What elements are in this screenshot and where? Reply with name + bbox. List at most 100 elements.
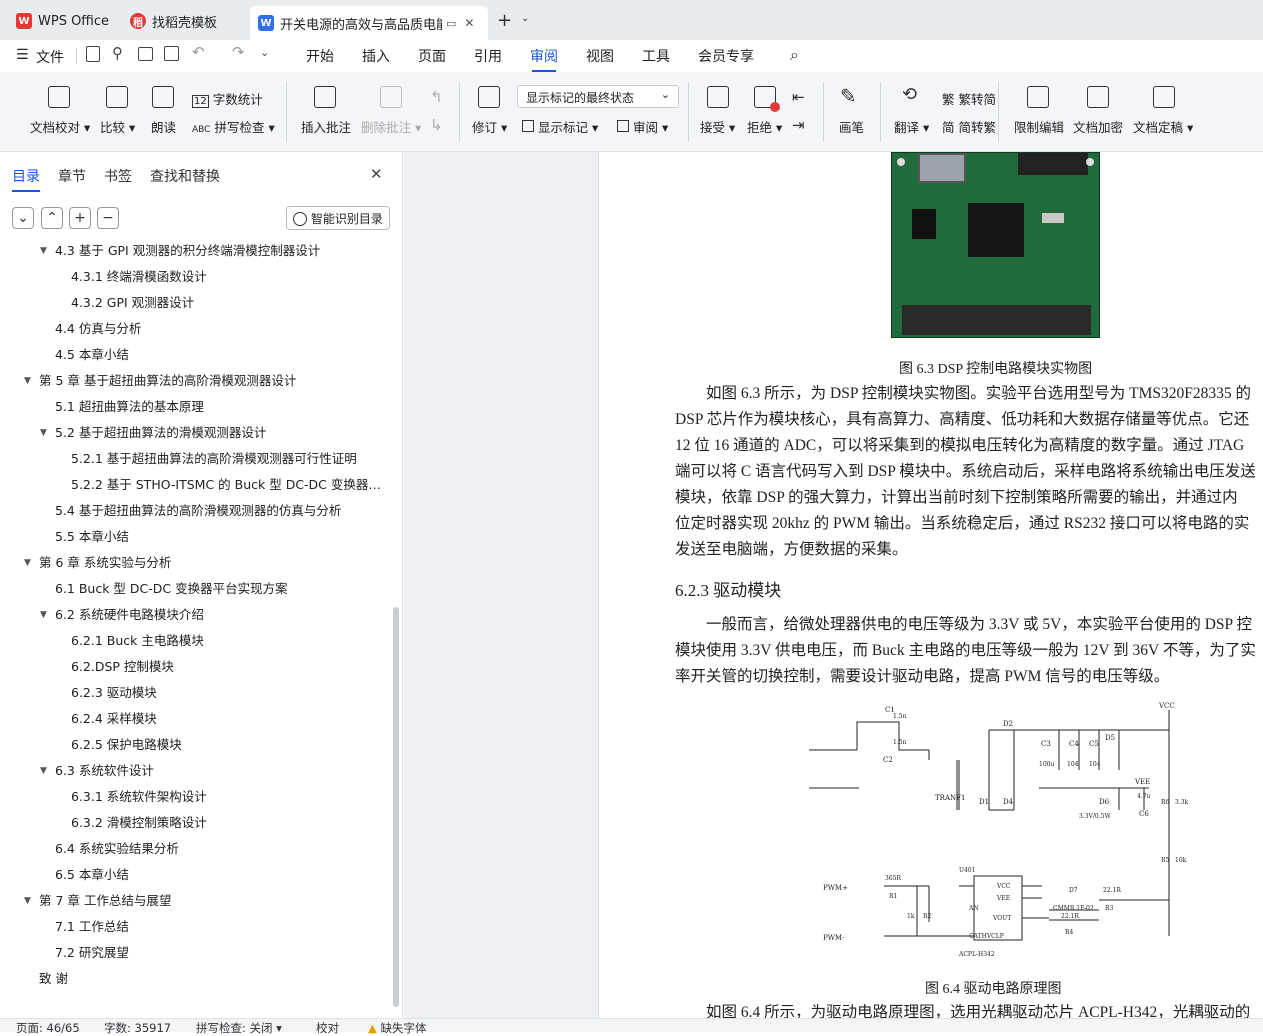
spell-check-status[interactable]: 拼写检查: 关闭 ▾ (196, 1020, 282, 1036)
collapse-all-button[interactable]: ⌄ (12, 207, 34, 229)
toc-item[interactable]: 5.5 本章小结 (55, 524, 390, 550)
menu-references[interactable]: 引用 (474, 46, 502, 66)
toc-item[interactable]: 5.2.1 基于超扭曲算法的高阶滑模观测器可行性证明 (71, 446, 390, 472)
finalize-button[interactable]: 文档定稿 ▾ (1133, 117, 1193, 136)
close-icon[interactable]: ✕ (370, 165, 383, 183)
chevron-down-icon[interactable]: ⌄ (260, 46, 269, 59)
traditional-to-simplified-button[interactable]: 繁 繁转简 (942, 89, 996, 108)
toc-item[interactable]: 6.2.1 Buck 主电路模块 (71, 628, 390, 654)
show-markup-button[interactable]: 显示标记 ▾ (522, 117, 598, 136)
toc-item[interactable]: 6.2 系统硬件电路模块介绍 (55, 602, 390, 628)
expand-arrow-icon[interactable]: ▼ (40, 758, 47, 784)
toc-item[interactable]: 5.1 超扭曲算法的基本原理 (55, 394, 390, 420)
close-icon[interactable]: ✕ (464, 16, 474, 30)
toc-item[interactable]: 5.4 基于超扭曲算法的高阶滑模观测器的仿真与分析 (55, 498, 390, 524)
spell-check-button[interactable]: ABC 拼写检查 ▾ (192, 117, 275, 136)
search-icon[interactable]: ⌕ (790, 45, 799, 65)
expand-arrow-icon[interactable]: ▼ (40, 420, 47, 446)
print-icon[interactable] (138, 47, 153, 61)
read-aloud-button[interactable]: 朗读 (151, 117, 176, 136)
toc-item[interactable]: 7.2 研究展望 (55, 940, 390, 966)
toc-item[interactable]: 7.1 工作总结 (55, 914, 390, 940)
toc-item[interactable]: 6.2.4 采样模块 (71, 706, 390, 732)
add-heading-button[interactable]: + (69, 207, 91, 229)
tab-toc[interactable]: 目录 (12, 166, 40, 192)
toc-item[interactable]: 4.3.1 终端滑模函数设计 (71, 264, 390, 290)
prev-change-icon[interactable]: ⇤ (792, 88, 805, 106)
next-comment-icon[interactable]: ↳ (430, 116, 443, 134)
toc-item[interactable]: 6.4 系统实验结果分析 (55, 836, 390, 862)
toc-item[interactable]: 第 5 章 基于超扭曲算法的高阶滑模观测器设计 (39, 368, 390, 394)
prev-comment-icon[interactable]: ↰ (430, 88, 443, 106)
proofread-status[interactable]: 校对 (316, 1020, 339, 1036)
link-icon[interactable]: ⚲ (112, 44, 123, 62)
expand-arrow-icon[interactable]: ▼ (40, 238, 47, 264)
menu-view[interactable]: 视图 (586, 46, 614, 66)
expand-arrow-icon[interactable]: ▼ (24, 368, 31, 394)
toc-item[interactable]: 6.3.1 系统软件架构设计 (71, 784, 390, 810)
accept-button[interactable]: 接受 ▾ (700, 117, 735, 136)
menu-home[interactable]: 开始 (306, 46, 334, 66)
remove-heading-button[interactable]: − (97, 207, 119, 229)
page-indicator[interactable]: 页面: 46/65 (16, 1020, 80, 1036)
simplified-to-traditional-button[interactable]: 简 简转繁 (942, 117, 996, 136)
toc-item[interactable]: 6.3.2 滑模控制策略设计 (71, 810, 390, 836)
menu-tools[interactable]: 工具 (642, 46, 670, 66)
print-preview-icon[interactable] (164, 46, 179, 61)
toc-item[interactable]: 4.5 本章小结 (55, 342, 390, 368)
toc-item[interactable]: 6.5 本章小结 (55, 862, 390, 888)
toc-item[interactable]: 6.2.DSP 控制模块 (71, 654, 390, 680)
toc-item[interactable]: 4.4 仿真与分析 (55, 316, 390, 342)
chevron-down-icon[interactable]: ⌄ (521, 13, 529, 24)
restrict-edit-button[interactable]: 限制编辑 (1014, 117, 1064, 136)
expand-arrow-icon[interactable]: ▼ (24, 888, 31, 914)
encrypt-button[interactable]: 文档加密 (1073, 117, 1123, 136)
redo-icon[interactable]: ↷ (232, 43, 245, 61)
new-tab-plus-icon[interactable]: + (497, 10, 512, 31)
toc-item[interactable]: 5.2 基于超扭曲算法的滑模观测器设计 (55, 420, 390, 446)
tab-bookmarks[interactable]: 书签 (104, 166, 132, 186)
missing-font-status[interactable]: ▲ 缺失字体 (368, 1020, 427, 1036)
menu-page[interactable]: 页面 (418, 46, 446, 66)
menu-file[interactable]: 文件 (36, 47, 64, 67)
revise-button[interactable]: 修订 ▾ (472, 117, 507, 136)
hamburger-icon[interactable]: ☰ (16, 47, 29, 63)
markup-mode-select[interactable]: 显示标记的最终状态 ⌄ (517, 85, 679, 108)
smart-toc-button[interactable]: 智能识别目录 (286, 206, 390, 230)
toc-item[interactable]: 6.2.3 驱动模块 (71, 680, 390, 706)
menu-insert[interactable]: 插入 (362, 46, 390, 66)
review-pane-button[interactable]: 审阅 ▾ (617, 117, 668, 136)
compare-button[interactable]: 比较 ▾ (100, 117, 135, 136)
toc-item[interactable]: 4.3 基于 GPI 观测器的积分终端滑模控制器设计 (55, 238, 390, 264)
toc-item[interactable]: 6.1 Buck 型 DC-DC 变换器平台实现方案 (55, 576, 390, 602)
translate-button[interactable]: 翻译 ▾ (894, 117, 929, 136)
expand-arrow-icon[interactable]: ▼ (40, 602, 47, 628)
toc-item[interactable]: 4.3.2 GPI 观测器设计 (71, 290, 390, 316)
tab-wps-office[interactable]: W WPS Office (8, 6, 118, 36)
menu-member[interactable]: 会员专享 (698, 46, 754, 66)
expand-arrow-icon[interactable]: ▼ (24, 550, 31, 576)
undo-icon[interactable]: ↶ (192, 43, 205, 61)
tab-sections[interactable]: 章节 (58, 166, 86, 186)
tab-current-document[interactable]: W 开关电源的高效与高品质电能 ▭ ✕ (250, 6, 488, 40)
monitor-icon[interactable]: ▭ (446, 17, 456, 30)
delete-comment-button[interactable]: 删除批注 ▾ (361, 117, 421, 136)
tab-find-replace[interactable]: 查找和替换 (150, 166, 220, 186)
toc-item[interactable]: 第 6 章 系统实验与分析 (39, 550, 390, 576)
next-change-icon[interactable]: ⇥ (792, 116, 805, 134)
menu-review[interactable]: 审阅 (530, 46, 558, 72)
pen-button[interactable]: 画笔 (839, 117, 864, 136)
tab-daoke-templates[interactable]: 稻 找稻壳模板 (122, 6, 244, 36)
toc-item[interactable]: 5.2.2 基于 STHO-ITSMC 的 Buck 型 DC-DC 变换器的控… (71, 472, 390, 498)
toc-item[interactable]: 6.3 系统软件设计 (55, 758, 390, 784)
toc-item[interactable]: 致 谢 (39, 966, 390, 992)
toc-item[interactable]: 6.2.5 保护电路模块 (71, 732, 390, 758)
reject-button[interactable]: 拒绝 ▾ (747, 117, 782, 136)
toc-item[interactable]: 第 7 章 工作总结与展望 (39, 888, 390, 914)
save-icon[interactable] (86, 46, 100, 62)
word-count-status[interactable]: 字数: 35917 (104, 1020, 171, 1036)
expand-up-button[interactable]: ⌃ (41, 207, 63, 229)
toc-scrollbar[interactable] (393, 607, 399, 1007)
insert-comment-button[interactable]: 插入批注 (301, 117, 351, 136)
doc-check-button[interactable]: 文档校对 ▾ (30, 117, 90, 136)
